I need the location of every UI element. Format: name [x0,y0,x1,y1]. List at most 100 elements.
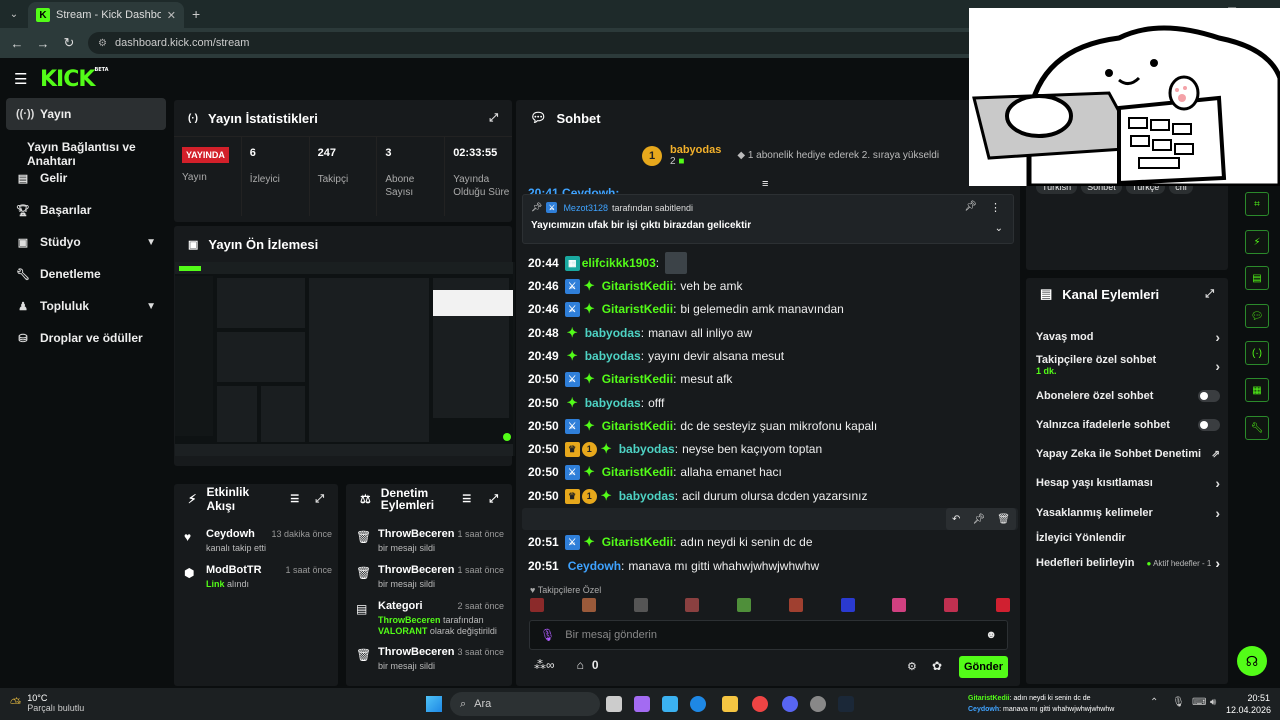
store-icon[interactable]: ⌂ [577,658,584,672]
reload-icon[interactable]: ↻ [56,35,82,51]
mic-icon[interactable]: 🎙︎ [1172,697,1185,708]
action-slow-mode[interactable]: Yavaş mod › [1036,326,1220,348]
avatar[interactable] [944,598,959,612]
steam-icon[interactable] [838,696,854,712]
network-icon[interactable]: ⌨ [1192,697,1206,708]
sidebar-item-topluluk[interactable]: ♟ Topluluk ▼ [6,290,166,322]
expand-icon[interactable]: ⤢ [489,112,498,125]
sidebar-item-yayin[interactable]: ((·)) Yayın [6,98,166,130]
reply-icon[interactable]: ↶ [952,514,960,525]
delete-icon[interactable]: 🗑︎ [997,514,1010,525]
file-explorer-icon[interactable] [722,696,738,712]
msg-user[interactable]: GitaristKedii [602,279,673,293]
chevron-down-icon[interactable]: ⌄ [995,223,1003,234]
forward-icon[interactable]: → [30,36,56,51]
action-followers-only[interactable]: Takipçilere özel sohbet 1 dk. › [1036,354,1220,384]
emote-picker-icon[interactable]: ✿ [932,659,942,673]
mic-icon[interactable]: 🎙︎ [540,628,555,642]
settings-icon[interactable]: ⚙ [907,660,917,673]
back-icon[interactable]: ← [4,36,30,51]
rail-broadcast-icon[interactable]: (·) [1245,341,1269,365]
obs-icon[interactable] [810,696,826,712]
msg-user[interactable]: GitaristKedii [602,535,673,549]
expand-icon[interactable]: ⤢ [315,493,324,506]
action-emote-only[interactable]: Yalnızca ifadelerle sohbet [1036,414,1220,436]
action-subscribers-only[interactable]: Abonelere özel sohbet [1036,385,1220,407]
menu-icon[interactable]: ☰ [14,70,27,88]
msg-user[interactable]: GitaristKedii [602,302,673,316]
sidebar-item-denetleme[interactable]: 🔧︎ Denetleme [6,258,166,290]
msg-user[interactable]: GitaristKedii [602,465,673,479]
rail-stream-icon[interactable]: ⌗ [1245,192,1269,216]
collapse-icon[interactable]: ≡ [762,178,768,190]
sidebar-item-gelir[interactable]: ▤ Gelir [6,162,166,194]
msg-user[interactable]: babyodas [585,349,641,363]
chrome-icon[interactable] [752,696,768,712]
expand-icon[interactable]: ⤢ [1205,288,1214,301]
avatar[interactable] [892,598,907,612]
rail-actions-icon[interactable]: ▦ [1245,378,1269,402]
avatar[interactable] [840,598,855,612]
game-name[interactable]: VALORANT [378,626,427,636]
tray-chevron-icon[interactable]: ⌃ [1150,697,1158,708]
rail-chat-icon[interactable]: 💬︎ [1245,304,1269,328]
msg-user[interactable]: babyodas [585,326,641,340]
copilot-icon[interactable] [634,696,650,712]
points-icon[interactable]: ⁂∞ [534,658,555,672]
volume-icon[interactable]: 🔊︎ [1210,697,1216,708]
support-icon[interactable]: ☊ [1237,646,1267,676]
avatar[interactable] [530,598,544,612]
rail-lightning-icon[interactable]: ⚡︎ [1245,230,1269,254]
sidebar-item-studyo[interactable]: ▣ Stüdyo ▼ [6,226,166,258]
expand-icon[interactable]: ⤢ [489,493,498,506]
avatar[interactable] [788,598,803,612]
sidebar-item-droplar[interactable]: ⛁ Droplar ve ödüller [6,322,166,354]
avatar[interactable] [737,598,752,612]
pin-icon[interactable]: 📌︎ [972,514,985,525]
msg-user[interactable]: GitaristKedii [602,419,673,433]
emoji-icon[interactable]: ☻ [985,629,997,641]
action-ai-moderation[interactable]: Yapay Zeka ile Sohbet Denetimi ⇗ [1036,443,1220,465]
site-info-icon[interactable]: ⚙ [98,38,107,49]
rail-wrench-icon[interactable]: 🔧︎ [1245,416,1269,440]
widgets-icon[interactable] [662,696,678,712]
msg-user[interactable]: Ceydowh [568,559,621,573]
msg-user[interactable]: elifcikkk1903 [582,256,656,270]
sidebar-item-basarilar[interactable]: 🏆︎ Başarılar [6,194,166,226]
stream-preview-image[interactable] [175,262,515,456]
avatar[interactable] [995,598,1010,612]
start-icon[interactable] [426,696,442,712]
action-account-age[interactable]: Hesap yaşı kısıtlaması › [1036,472,1220,494]
kick-logo[interactable]: KICKBETA [40,67,109,92]
weather-widget[interactable]: ⛅︎ 10°C Parçalı bulutlu [10,693,84,713]
edge-icon[interactable] [690,696,706,712]
discord-icon[interactable] [782,696,798,712]
avatar[interactable] [685,598,700,612]
clock[interactable]: 20:51 12.04.2026 [1226,692,1271,716]
moderator-name[interactable]: ThrowBeceren [378,615,441,625]
chat-input[interactable]: 🎙︎ Bir mesaj gönderin ☻ [529,620,1008,650]
msg-user[interactable]: babyodas [619,489,675,503]
action-banned-words[interactable]: Yasaklanmış kelimeler › [1036,502,1220,524]
avatar[interactable] [633,598,648,612]
avatar[interactable] [581,598,596,612]
filter-icon[interactable]: ☰ [462,494,471,505]
tab-close-icon[interactable]: ✕ [167,9,176,22]
new-tab-icon[interactable]: + [192,6,200,22]
action-goals[interactable]: Hedefleri belirleyin ● Aktif hedefler - … [1036,552,1220,574]
msg-user[interactable]: babyodas [585,396,641,410]
filter-icon[interactable]: ☰ [290,494,299,505]
toggle-switch[interactable] [1198,390,1220,402]
send-button[interactable]: Gönder [959,656,1008,678]
action-raid[interactable]: İzleyici Yönlendir [1036,527,1220,549]
task-view-icon[interactable] [606,696,622,712]
browser-tab[interactable]: K Stream - Kick Dashboard ✕ [28,2,184,28]
msg-user[interactable]: GitaristKedii [602,372,673,386]
unpin-icon[interactable]: 📌︎ [964,201,977,212]
toggle-switch[interactable] [1198,419,1220,431]
rail-notes-icon[interactable]: ▤ [1245,266,1269,290]
gift-user[interactable]: babyodas [670,144,721,156]
taskbar-search[interactable]: ⌕ Ara [450,692,600,716]
pinned-by[interactable]: Mezot3128 [563,203,608,213]
more-icon[interactable]: ⋮ [990,201,1001,214]
